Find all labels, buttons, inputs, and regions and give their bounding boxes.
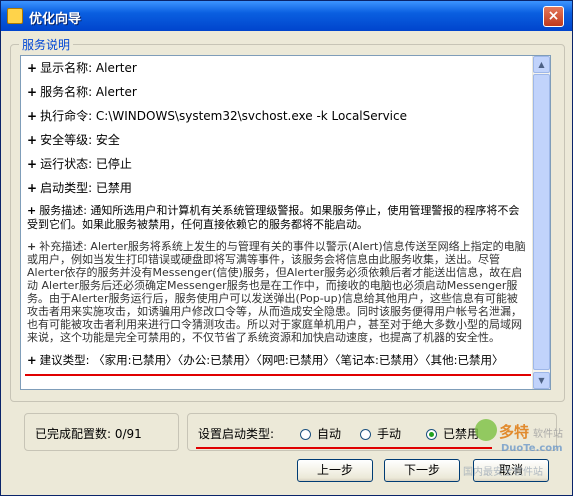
startup-type-underline — [196, 447, 492, 449]
bullet-plus-icon: + — [27, 109, 38, 123]
scroll-down-arrow-icon[interactable]: ▼ — [533, 372, 550, 389]
service-description-group-label: 服务说明 — [19, 36, 74, 53]
bullet-plus-icon: + — [27, 181, 38, 195]
radio-circle-icon — [360, 429, 371, 440]
bullet-plus-icon: + — [27, 353, 37, 367]
scroll-up-arrow-icon[interactable]: ▲ — [533, 56, 550, 73]
next-button[interactable]: 下一步 — [384, 459, 460, 482]
startup-type-line: + 启动类型: 已禁用 — [27, 181, 132, 195]
radio-selected-icon — [426, 429, 437, 440]
progress-group: 已完成配置数: 0/91 — [24, 413, 179, 451]
optimization-wizard-window: 优化向导 × 服务说明 + 显示名称: Alerter + 服务名称: Alerte… — [0, 0, 573, 496]
bullet-plus-icon: + — [27, 61, 38, 75]
window-title: 优化向导 — [29, 12, 82, 27]
title-bar: 优化向导 × — [1, 1, 572, 31]
service-description-content: + 显示名称: Alerter + 服务名称: Alerter + 执行命令: C:\… — [21, 56, 533, 376]
run-status-line: + 运行状态: 已停止 — [27, 157, 132, 171]
scroll-thumb[interactable] — [533, 74, 550, 370]
description-scrollbar[interactable]: ▲ ▼ — [532, 56, 550, 389]
radio-disabled[interactable]: 已禁用 — [426, 425, 479, 442]
cancel-button[interactable]: 取消 — [473, 459, 549, 482]
wizard-app-icon — [7, 8, 23, 24]
service-name-line: + 服务名称: Alerter — [27, 85, 137, 99]
service-description-panel[interactable]: + 显示名称: Alerter + 服务名称: Alerter + 执行命令: C:\… — [20, 55, 551, 390]
bullet-plus-icon: + — [27, 133, 38, 147]
startup-type-group: 设置启动类型: 自动 手动 已禁用 — [187, 413, 557, 451]
radio-auto[interactable]: 自动 — [300, 425, 341, 442]
bullet-plus-icon: + — [27, 240, 37, 253]
display-name-line: + 显示名称: Alerter — [27, 61, 137, 75]
service-description-line: + 服务描述: 通知所选用户和计算机有关系统管理级警报。如果服务停止，使用管理警报… — [27, 204, 520, 231]
exec-command-line: + 执行命令: C:\WINDOWS\system32\svchost.exe -… — [27, 109, 407, 123]
previous-button[interactable]: 上一步 — [297, 459, 373, 482]
radio-circle-icon — [300, 429, 311, 440]
close-button[interactable]: × — [543, 6, 564, 27]
configured-count: 已完成配置数: 0/91 — [35, 427, 142, 441]
startup-type-label: 设置启动类型: — [198, 427, 275, 441]
bullet-plus-icon: + — [27, 204, 37, 217]
bullet-plus-icon: + — [27, 157, 38, 171]
security-level-line: + 安全等级: 安全 — [27, 133, 120, 147]
recommended-type-line: + 建议类型: 〈家用:已禁用〉〈办公:已禁用〉〈网吧:已禁用〉〈笔记本:已禁用〉… — [27, 353, 504, 367]
bullet-plus-icon: + — [27, 85, 38, 99]
extra-description-line: + 补充描述: Alerter服务将系统上发生的与管理有关的事件以警示(Alert… — [27, 240, 526, 344]
recommended-type-underline — [25, 374, 531, 376]
radio-manual[interactable]: 手动 — [360, 425, 401, 442]
